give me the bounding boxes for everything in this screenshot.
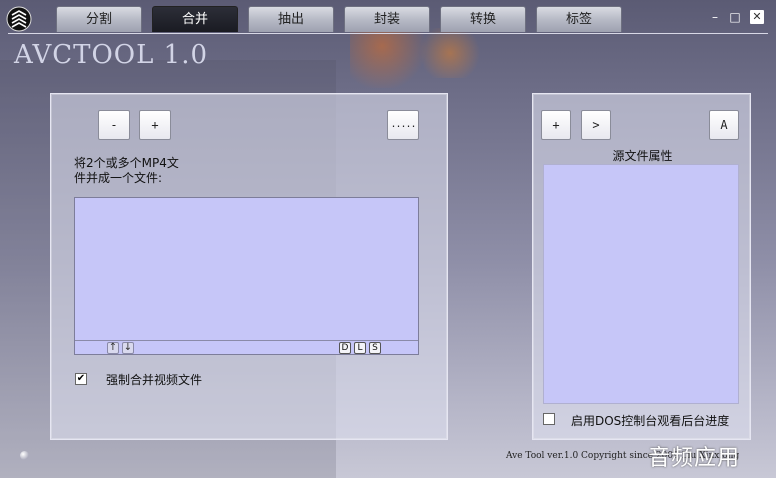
header-divider: [8, 33, 768, 34]
tab-1[interactable]: 分割: [56, 6, 142, 32]
tab-2[interactable]: 合并: [152, 6, 238, 32]
flag-l-button[interactable]: L: [354, 342, 366, 354]
add-file-button[interactable]: +: [139, 110, 171, 140]
source-properties-list[interactable]: [543, 164, 739, 404]
a-button[interactable]: A: [709, 110, 739, 140]
minimize-button[interactable]: –: [708, 10, 722, 24]
remove-file-button[interactable]: -: [98, 110, 130, 140]
merge-description: 将2个或多个MP4文件并成一个文件:: [74, 156, 179, 185]
tab-6[interactable]: 标签: [536, 6, 622, 32]
app-title: AVCTOOL 1.0: [14, 40, 209, 70]
next-button[interactable]: >: [581, 110, 611, 140]
file-list-toolbar: ↑ ↓ D L S: [75, 340, 418, 354]
tab-5[interactable]: 转换: [440, 6, 526, 32]
close-button[interactable]: ✕: [750, 10, 764, 24]
move-down-button[interactable]: ↓: [122, 342, 134, 354]
dos-console-checkbox[interactable]: [543, 413, 555, 425]
dos-console-label: 启用DOS控制台观看后台进度: [571, 414, 730, 428]
tab-4[interactable]: 封装: [344, 6, 430, 32]
app-logo-icon: [6, 6, 32, 32]
properties-title: 源文件属性: [612, 149, 673, 163]
move-up-button[interactable]: ↑: [107, 342, 119, 354]
flag-d-button[interactable]: D: [339, 342, 351, 354]
browse-output-button[interactable]: .....: [387, 110, 419, 140]
tab-3[interactable]: 抽出: [248, 6, 334, 32]
maximize-button[interactable]: □: [728, 10, 742, 24]
app-window: 分割 合并 抽出 封装 转换 标签 – □ ✕ AVCTOOL 1.0 - + .....…: [0, 0, 776, 478]
status-indicator-icon: [20, 451, 29, 460]
watermark: 音频应用: [648, 446, 741, 471]
background-graphic: [415, 28, 485, 78]
properties-panel: + > A 源文件属性 启用DOS控制台观看后台进度: [532, 93, 751, 440]
flag-s-button[interactable]: S: [369, 342, 381, 354]
file-list[interactable]: ↑ ↓ D L S: [74, 197, 419, 355]
add-source-button[interactable]: +: [541, 110, 571, 140]
merge-panel: - + ..... 将2个或多个MP4文件并成一个文件: ↑ ↓ D L S ✔…: [50, 93, 448, 440]
force-merge-label: 强制合并视频文件: [106, 373, 203, 387]
force-merge-checkbox[interactable]: ✔: [75, 373, 87, 385]
